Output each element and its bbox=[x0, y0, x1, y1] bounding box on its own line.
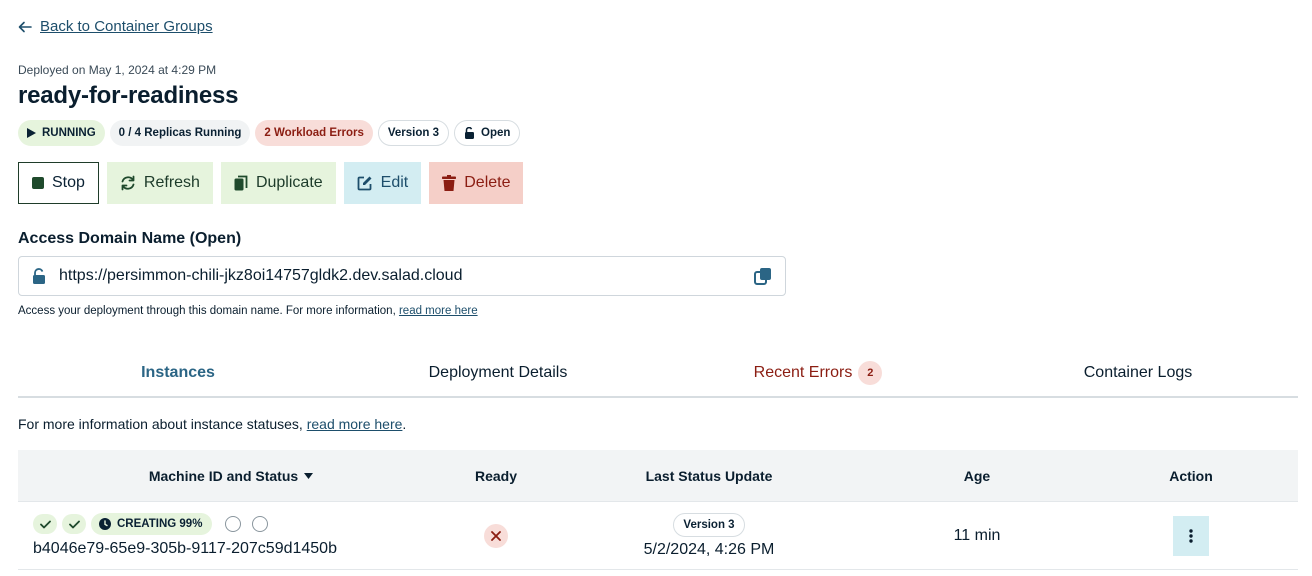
access-domain-help: Access your deployment through this doma… bbox=[18, 305, 478, 317]
deployed-date: Deployed on May 1, 2024 at 4:29 PM bbox=[18, 63, 217, 77]
trash-icon bbox=[442, 175, 457, 191]
page-title: ready-for-readiness bbox=[18, 82, 239, 109]
refresh-button[interactable]: Refresh bbox=[106, 162, 213, 204]
not-ready-icon bbox=[484, 523, 508, 548]
check-icon bbox=[33, 514, 57, 534]
edit-button-label: Edit bbox=[380, 174, 409, 191]
stop-icon bbox=[32, 177, 44, 189]
edit-button[interactable]: Edit bbox=[343, 162, 422, 204]
age-column-header: Age bbox=[963, 467, 991, 484]
ready-column-header: Ready bbox=[474, 467, 518, 484]
tab-recent-errors-label: Recent Errors bbox=[753, 364, 853, 381]
machine-id: b4046e79-65e9-305b-9117-207c59d1450b bbox=[33, 540, 337, 557]
action-column-header: Action bbox=[1169, 467, 1213, 484]
domain-read-more-link[interactable]: read more here bbox=[399, 305, 478, 317]
recent-errors-count-badge: 2 bbox=[858, 361, 883, 385]
tab-instances[interactable]: Instances bbox=[18, 356, 338, 396]
duplicate-button-label: Duplicate bbox=[255, 174, 323, 191]
unlock-icon bbox=[465, 127, 475, 139]
action-buttons: Stop Refresh Duplicate Edit Delete bbox=[18, 162, 524, 204]
duplicate-button[interactable]: Duplicate bbox=[220, 162, 336, 204]
more-vertical-icon bbox=[1189, 528, 1193, 543]
ready-cell bbox=[444, 523, 548, 548]
replicas-badge: 0 / 4 Replicas Running bbox=[109, 120, 251, 146]
action-cell bbox=[1084, 515, 1298, 556]
tab-container-logs[interactable]: Container Logs bbox=[978, 356, 1298, 396]
access-domain-url: https://persimmon-chili-jkz8oi14757gldk2… bbox=[59, 267, 463, 284]
play-icon bbox=[27, 128, 36, 138]
status-badges: RUNNING 0 / 4 Replicas Running 2 Workloa… bbox=[18, 120, 521, 146]
pending-step-icon bbox=[252, 516, 269, 532]
version-badge: Version 3 bbox=[673, 512, 745, 537]
instance-read-more-link[interactable]: read more here bbox=[307, 416, 403, 432]
refresh-button-label: Refresh bbox=[143, 174, 200, 191]
check-icon bbox=[62, 514, 86, 534]
age-cell: 11 min bbox=[953, 526, 1001, 544]
info-text: For more information about instance stat… bbox=[18, 416, 307, 432]
tab-bar: Instances Deployment Details Recent Erro… bbox=[18, 356, 1298, 398]
arrow-left-icon bbox=[18, 21, 32, 32]
copy-icon[interactable] bbox=[753, 266, 773, 286]
version-badge: Version 3 bbox=[377, 120, 450, 146]
row-actions-button[interactable] bbox=[1173, 515, 1209, 556]
clock-icon bbox=[99, 518, 111, 530]
duplicate-icon bbox=[234, 175, 248, 191]
creating-status-label: CREATING 99% bbox=[117, 518, 203, 530]
machine-column-header[interactable]: Machine ID and Status bbox=[18, 468, 444, 484]
sort-down-icon bbox=[304, 472, 314, 479]
machine-cell: CREATING 99% b4046e79-65e9-305b-9117-207… bbox=[18, 513, 444, 558]
status-steps: CREATING 99% bbox=[33, 513, 444, 535]
open-badge: Open bbox=[454, 120, 521, 146]
running-badge-label: RUNNING bbox=[42, 127, 96, 139]
back-link-label: Back to Container Groups bbox=[40, 18, 213, 35]
running-badge: RUNNING bbox=[18, 120, 105, 146]
table-row: CREATING 99% b4046e79-65e9-305b-9117-207… bbox=[18, 502, 1298, 570]
creating-status-badge: CREATING 99% bbox=[91, 513, 213, 535]
workload-errors-badge: 2 Workload Errors bbox=[255, 120, 373, 146]
machine-column-label: Machine ID and Status bbox=[148, 467, 299, 484]
access-domain-field: https://persimmon-chili-jkz8oi14757gldk2… bbox=[18, 256, 786, 296]
back-to-container-groups-link[interactable]: Back to Container Groups bbox=[18, 18, 213, 35]
tab-recent-errors[interactable]: Recent Errors 2 bbox=[658, 356, 978, 396]
access-domain-label: Access Domain Name (Open) bbox=[18, 230, 242, 247]
last-update-cell: Version 3 5/2/2024, 4:26 PM bbox=[548, 512, 870, 559]
unlock-icon bbox=[33, 268, 45, 284]
edit-icon bbox=[357, 176, 372, 191]
stop-button[interactable]: Stop bbox=[18, 162, 99, 204]
tab-deployment-details[interactable]: Deployment Details bbox=[338, 356, 658, 396]
stop-button-label: Stop bbox=[52, 174, 85, 191]
delete-button-label: Delete bbox=[464, 174, 511, 191]
last-update-column-header: Last Status Update bbox=[645, 467, 773, 484]
info-suffix: . bbox=[402, 416, 407, 432]
table-header: Machine ID and Status Ready Last Status … bbox=[18, 450, 1298, 502]
instances-table: Machine ID and Status Ready Last Status … bbox=[18, 450, 1298, 570]
open-badge-label: Open bbox=[481, 127, 511, 139]
refresh-icon bbox=[121, 175, 135, 191]
pending-step-icon bbox=[225, 516, 242, 532]
domain-help-text: Access your deployment through this doma… bbox=[18, 305, 399, 317]
last-update-date: 5/2/2024, 4:26 PM bbox=[643, 540, 775, 558]
delete-button[interactable]: Delete bbox=[429, 162, 524, 204]
instance-status-info: For more information about instance stat… bbox=[18, 416, 406, 432]
